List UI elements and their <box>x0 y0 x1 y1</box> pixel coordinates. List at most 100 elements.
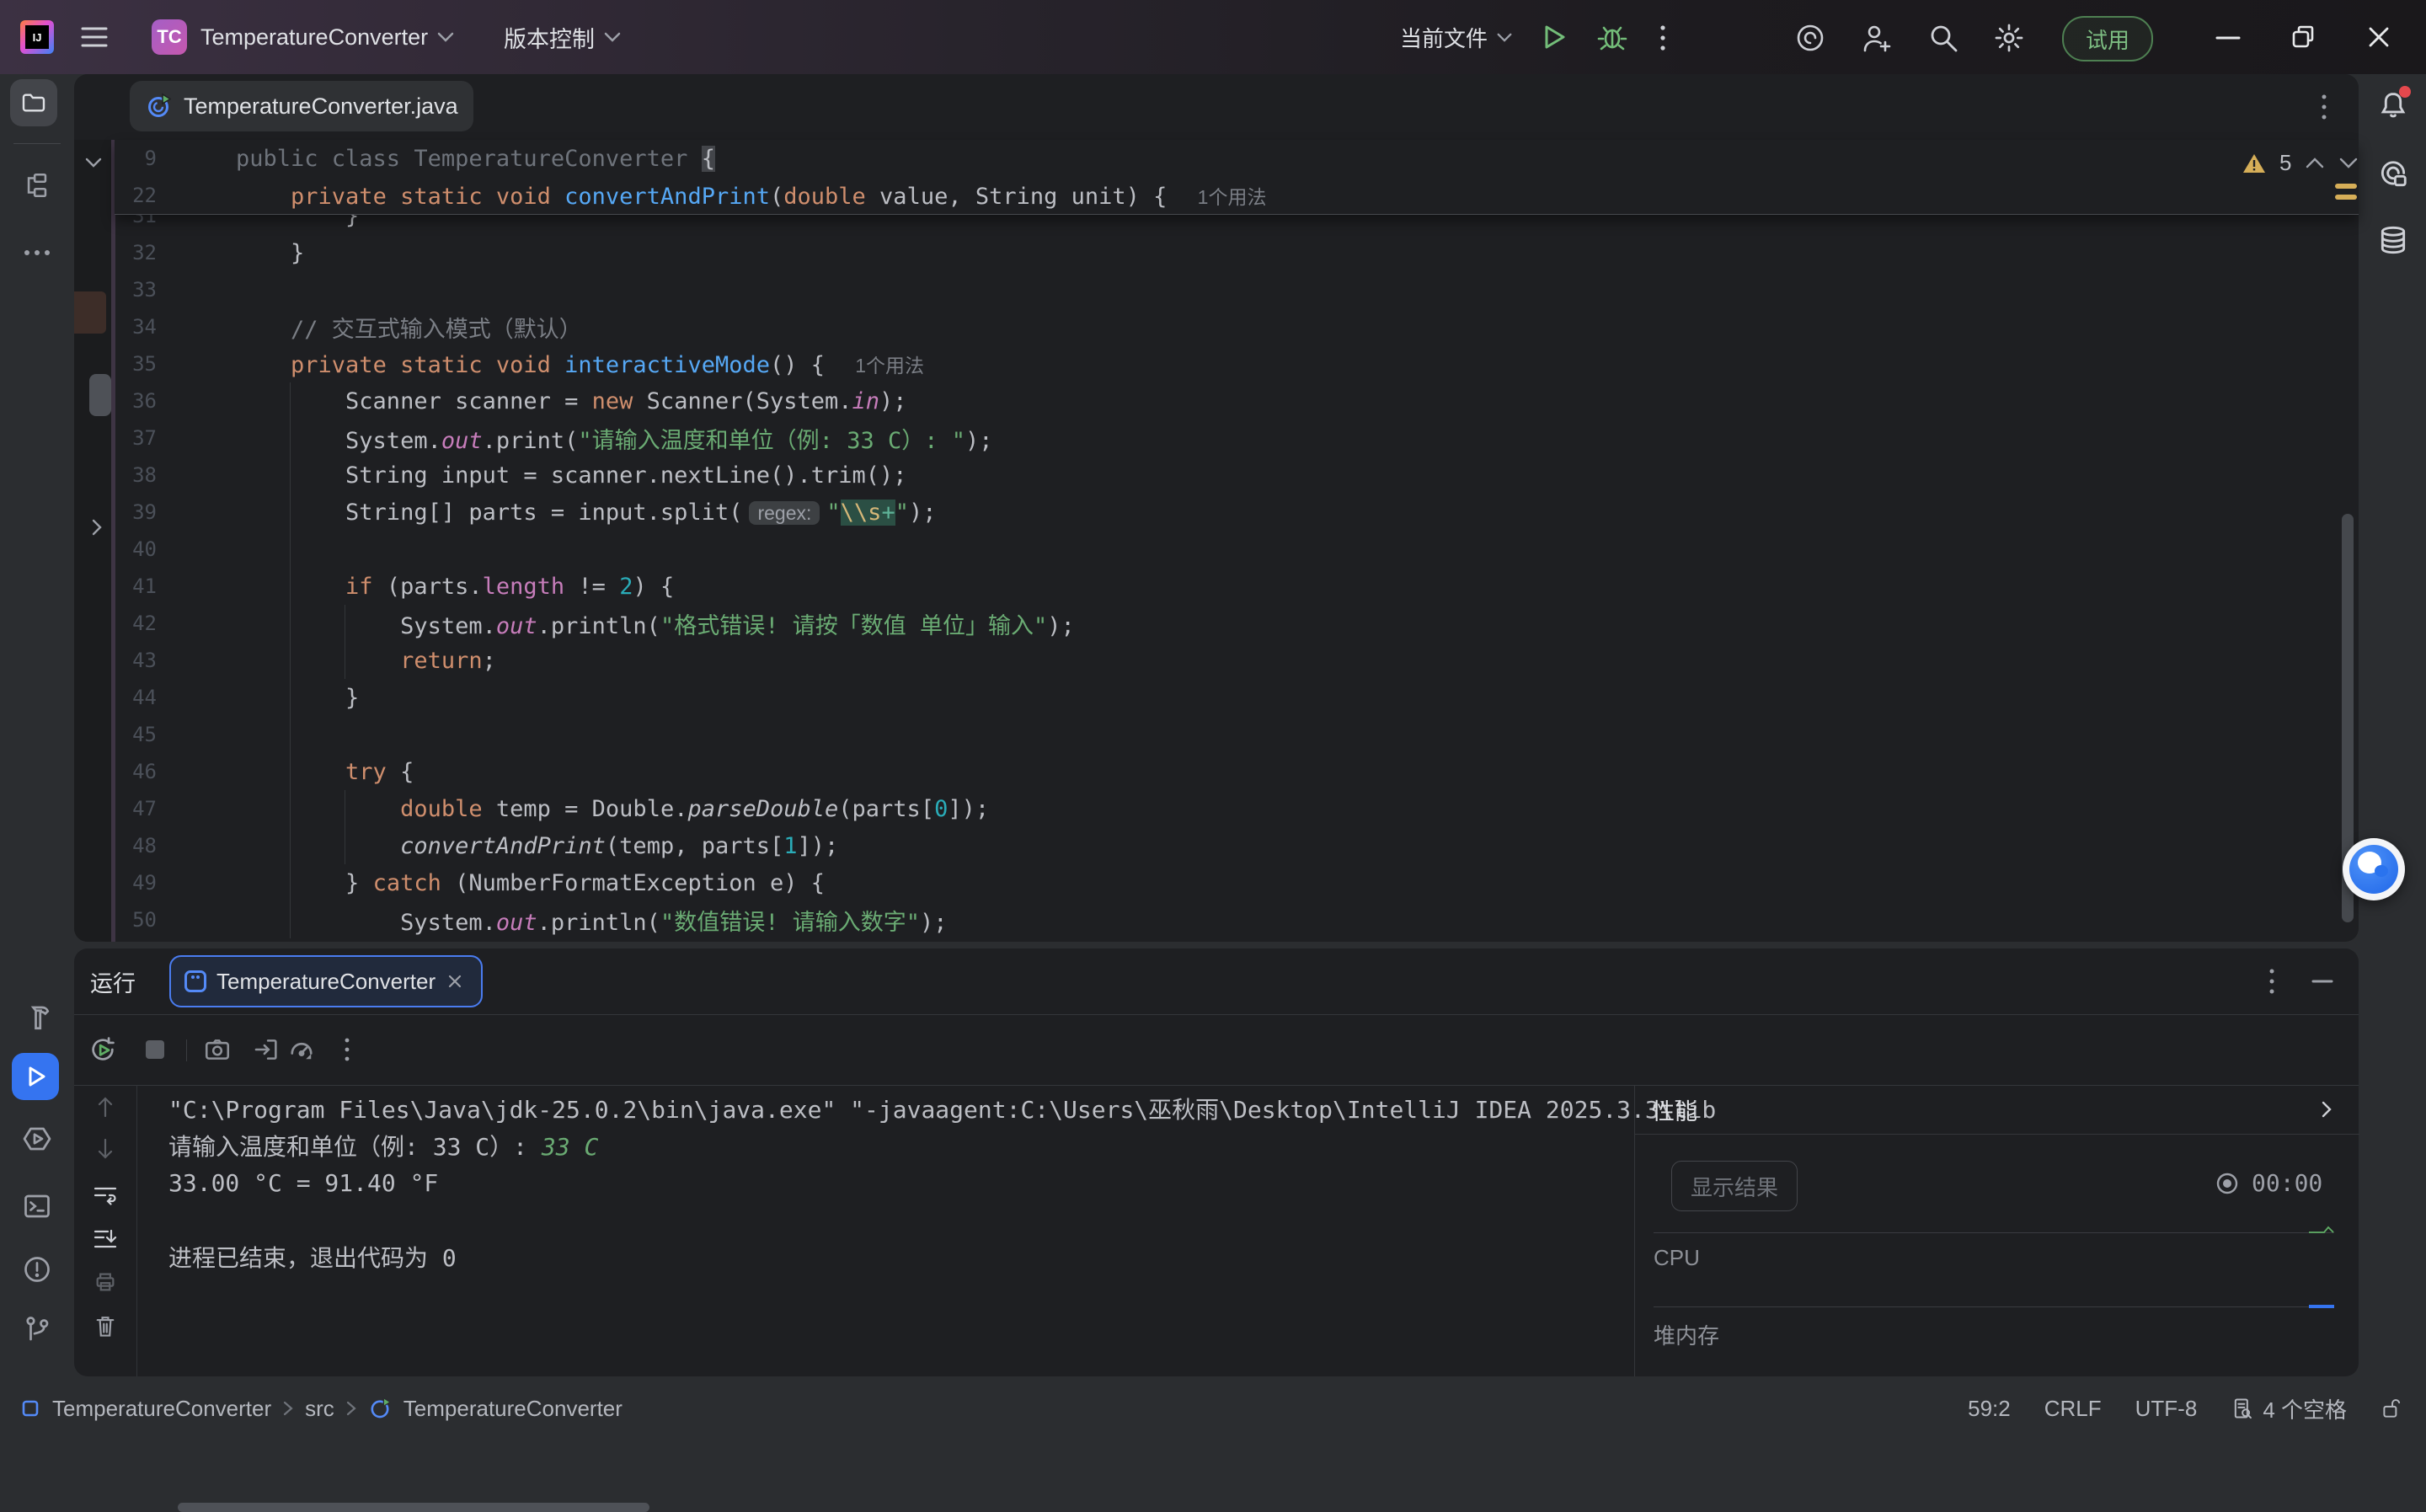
build-tool-button[interactable] <box>13 999 61 1036</box>
scroll-to-end-icon[interactable] <box>88 1223 123 1253</box>
code-line-43[interactable]: 43 return; <box>115 642 2359 679</box>
minimize-button[interactable] <box>2215 35 2241 40</box>
soft-wrap-icon[interactable] <box>88 1179 123 1210</box>
code-line-22[interactable]: 22 private static void convertAndPrint(d… <box>115 177 2359 214</box>
git-tool-button[interactable] <box>13 1311 61 1348</box>
indent-widget[interactable]: 4 个空格 <box>2231 1393 2347 1424</box>
caret-position[interactable]: 59:2 <box>1968 1396 2011 1422</box>
restore-button[interactable] <box>2290 24 2316 51</box>
code-line-39[interactable]: 39 String[] parts = input.split(regex:"\… <box>115 494 2359 531</box>
code-line-42[interactable]: 42 System.out.println("格式错误! 请按「数值 单位」输入… <box>115 605 2359 642</box>
code-line-32[interactable]: 32 } <box>115 234 2359 271</box>
ai-assistant-icon[interactable] <box>1794 22 1826 54</box>
run-button[interactable] <box>1538 22 1568 52</box>
chevron-right-icon[interactable] <box>2321 1099 2332 1119</box>
code-line-31[interactable]: 31 } <box>115 214 2359 234</box>
run-tool-button-active[interactable] <box>12 1053 59 1100</box>
problems-tool-button[interactable] <box>13 1251 61 1288</box>
intellij-logo-icon[interactable]: IJ <box>20 20 54 54</box>
project-tool-button[interactable] <box>10 79 57 126</box>
project-icon[interactable]: TC <box>152 19 187 55</box>
code-line-38[interactable]: 38 String input = scanner.nextLine().tri… <box>115 457 2359 494</box>
highlight-level-bar[interactable] <box>2335 195 2357 200</box>
code-line-35[interactable]: 35 private static void interactiveMode()… <box>115 345 2359 382</box>
breadcrumb-src[interactable]: src <box>305 1396 334 1422</box>
close-button[interactable] <box>2365 24 2392 51</box>
settings-gear-icon[interactable] <box>1993 22 2025 54</box>
code-line-41[interactable]: 41 if (parts.length != 2) { <box>115 568 2359 605</box>
terminal-tool-button[interactable] <box>13 1188 61 1225</box>
more-actions-icon[interactable] <box>1658 24 1668 52</box>
inspection-widget[interactable]: 5 <box>2242 150 2359 176</box>
down-arrow-icon[interactable] <box>88 1134 123 1164</box>
trial-button[interactable]: 试用 <box>2062 16 2153 61</box>
strip-scrollbar-thumb[interactable] <box>89 374 111 416</box>
debug-button[interactable] <box>1597 22 1627 52</box>
performance-header[interactable]: 性能 <box>1635 1085 2359 1135</box>
ai-chat-button[interactable] <box>2377 158 2409 190</box>
clear-trash-icon[interactable] <box>88 1311 123 1341</box>
close-icon[interactable] <box>446 972 464 991</box>
structure-tool-button[interactable] <box>13 167 61 204</box>
console-line-3[interactable]: 33.00 °C = 91.40 °F <box>168 1164 1634 1201</box>
tab-bar-more-icon[interactable] <box>2320 93 2328 121</box>
console-line-4[interactable] <box>168 1201 1634 1238</box>
run-panel-hide-icon[interactable] <box>2311 979 2333 984</box>
code-line-34[interactable]: 34 // 交互式输入模式（默认） <box>115 308 2359 345</box>
collapse-chevron-icon[interactable] <box>84 157 103 168</box>
run-configuration-selector[interactable]: 当前文件 <box>1400 0 1513 74</box>
stop-button[interactable] <box>140 1034 170 1065</box>
floating-assistant-sphere[interactable] <box>2343 838 2405 900</box>
toolbar-more-icon[interactable] <box>332 1034 362 1065</box>
main-menu-icon[interactable] <box>81 26 108 48</box>
code-line-47[interactable]: 47 double temp = Double.parseDouble(part… <box>115 790 2359 827</box>
code-lines[interactable]: 31 }32 }3334 // 交互式输入模式（默认）35 private st… <box>115 214 2359 938</box>
highlight-level-bar[interactable] <box>2335 184 2357 189</box>
project-icon <box>20 1398 40 1419</box>
code-line-33[interactable]: 33 <box>115 271 2359 308</box>
database-button[interactable] <box>2377 224 2409 256</box>
breadcrumb-class[interactable]: TemperatureConverter <box>403 1396 623 1422</box>
code-line-37[interactable]: 37 System.out.print("请输入温度和单位（例: 33 C）: … <box>115 419 2359 457</box>
print-icon[interactable] <box>88 1267 123 1297</box>
warning-icon <box>2242 153 2266 174</box>
show-results-button[interactable]: 显示结果 <box>1671 1161 1798 1211</box>
profiler-button[interactable] <box>286 1034 317 1065</box>
up-arrow-icon[interactable] <box>88 1092 123 1122</box>
line-ending[interactable]: CRLF <box>2044 1396 2102 1422</box>
add-user-icon[interactable] <box>1860 22 1894 56</box>
console-output[interactable]: "C:\Program Files\Java\jdk-25.0.2\bin\ja… <box>168 1090 1634 1275</box>
unlock-icon[interactable] <box>2381 1397 2402 1420</box>
code-line-50[interactable]: 50 System.out.println("数值错误! 请输入数字"); <box>115 901 2359 938</box>
project-widget[interactable]: TemperatureConverter <box>200 0 455 74</box>
code-line-40[interactable]: 40 <box>115 531 2359 568</box>
run-tab-selected[interactable]: TemperatureConverter <box>169 955 483 1007</box>
run-panel-more-icon[interactable] <box>2268 967 2276 996</box>
file-encoding[interactable]: UTF-8 <box>2135 1396 2198 1422</box>
code-line-44[interactable]: 44 } <box>115 679 2359 716</box>
search-icon[interactable] <box>1927 22 1959 54</box>
code-line-45[interactable]: 45 <box>115 716 2359 753</box>
rerun-button[interactable] <box>88 1034 118 1065</box>
more-tool-windows-button[interactable] <box>13 234 61 271</box>
code-line-9[interactable]: 9public class TemperatureConverter { <box>115 140 2359 177</box>
screenshot-button[interactable] <box>202 1034 232 1065</box>
console-line-1[interactable]: "C:\Program Files\Java\jdk-25.0.2\bin\ja… <box>168 1090 1634 1127</box>
console-line-5[interactable]: 进程已结束，退出代码为 0 <box>168 1238 1634 1275</box>
vcs-widget[interactable]: 版本控制 <box>504 0 622 74</box>
console-horizontal-scrollbar[interactable] <box>178 1503 649 1512</box>
console-line-2[interactable]: 请输入温度和单位（例: 33 C）: 33 C <box>168 1127 1634 1164</box>
expand-chevron-icon[interactable] <box>91 517 103 537</box>
notifications-button[interactable] <box>2377 89 2409 121</box>
code-line-36[interactable]: 36 Scanner scanner = new Scanner(System.… <box>115 382 2359 419</box>
attach-button[interactable] <box>251 1034 281 1065</box>
breadcrumb-project[interactable]: TemperatureConverter <box>52 1396 271 1422</box>
prev-warning-icon[interactable] <box>2305 157 2325 169</box>
code-line-46[interactable]: 46 try { <box>115 753 2359 790</box>
editor-tab[interactable]: TemperatureConverter.java <box>130 81 473 131</box>
code-line-48[interactable]: 48 convertAndPrint(temp, parts[1]); <box>115 827 2359 864</box>
code-line-49[interactable]: 49 } catch (NumberFormatException e) { <box>115 864 2359 901</box>
next-warning-icon[interactable] <box>2338 157 2359 169</box>
services-tool-button[interactable] <box>13 1120 61 1157</box>
record-icon[interactable] <box>2215 1171 2240 1196</box>
